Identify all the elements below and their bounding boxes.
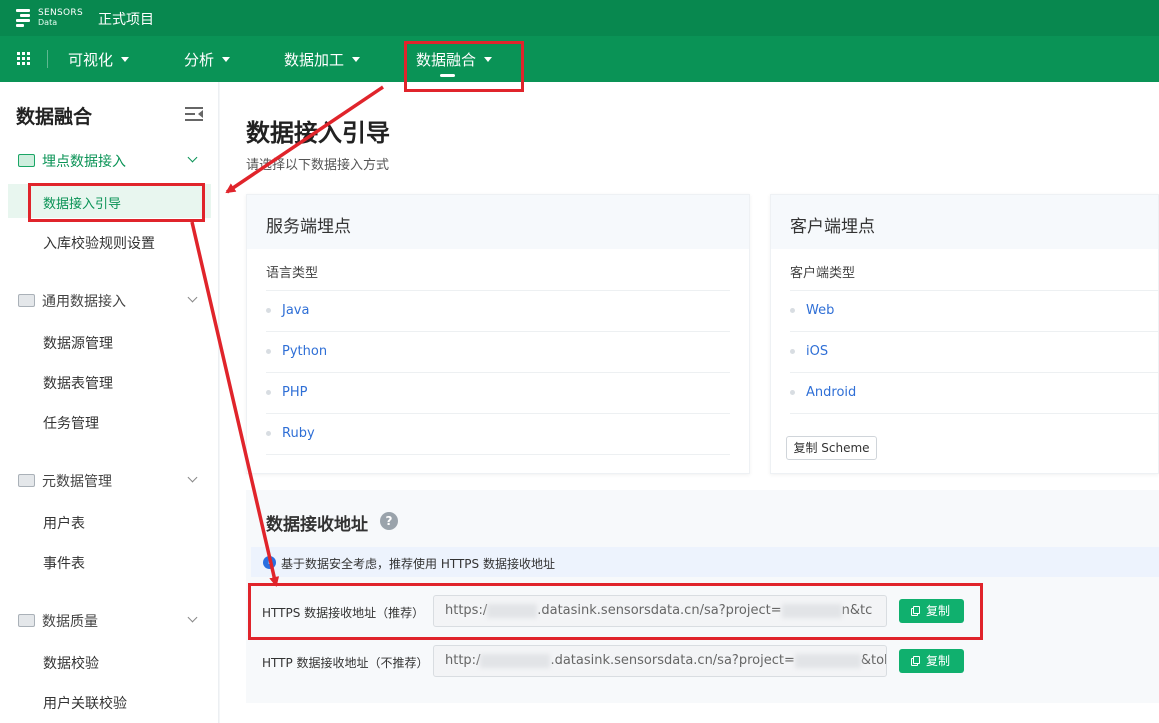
client-android[interactable]: Android [806, 385, 856, 400]
folder-icon [18, 474, 35, 487]
redacted-mask [480, 653, 551, 668]
nav-item-analysis[interactable]: 分析 [184, 49, 231, 70]
http-address-label: HTTP 数据接收地址（不推荐） [262, 656, 429, 670]
caret-down-icon [352, 57, 361, 62]
bullet-icon [266, 431, 271, 436]
folder-icon [18, 614, 35, 627]
copy-http-button[interactable]: 复制 [899, 649, 964, 673]
language-ruby[interactable]: Ruby [282, 426, 315, 441]
divider [790, 413, 1159, 414]
nav-item-data-processing[interactable]: 数据加工 [284, 49, 361, 70]
language-python[interactable]: Python [282, 344, 327, 359]
sidebar-item-datasource[interactable]: 数据源管理 [43, 333, 113, 353]
chevron-down-icon [187, 612, 198, 623]
nav-item-visualization[interactable]: 可视化 [68, 49, 130, 70]
sidebar-item-tasks[interactable]: 任务管理 [43, 413, 99, 433]
sidebar-item-user-link-validation[interactable]: 用户关联校验 [43, 693, 127, 713]
sidebar-group-general-ingest[interactable]: 通用数据接入 [0, 286, 219, 314]
project-name[interactable]: 正式项目 [98, 9, 154, 29]
chevron-down-icon [187, 152, 198, 163]
annotation-box-sidebar [28, 183, 205, 222]
divider [266, 290, 730, 291]
client-type-label: 客户端类型 [790, 266, 856, 281]
caret-down-icon [121, 57, 130, 62]
language-php[interactable]: PHP [282, 385, 307, 400]
collapse-sidebar-icon[interactable] [185, 106, 203, 122]
sidebar-title: 数据融合 [16, 106, 93, 128]
bullet-icon [790, 349, 795, 354]
copy-scheme-button[interactable]: 复制 Scheme [786, 436, 877, 460]
server-tracking-card: 服务端埋点 [246, 194, 750, 474]
bullet-icon [790, 390, 795, 395]
language-type-label: 语言类型 [266, 266, 319, 281]
sidebar-group-metadata[interactable]: 元数据管理 [0, 466, 219, 494]
sensors-logo[interactable]: SENSORS Data [16, 7, 88, 29]
divider [790, 372, 1159, 373]
caret-down-icon [222, 57, 231, 62]
client-web[interactable]: Web [806, 303, 834, 318]
divider [266, 413, 730, 414]
annotation-box-nav [404, 41, 524, 92]
client-tracking-card: 客户端埋点 [770, 194, 1159, 474]
sidebar-group-data-quality[interactable]: 数据质量 [0, 606, 219, 634]
main-nav: 可视化 分析 数据加工 数据融合 [0, 36, 1159, 82]
copy-icon [911, 656, 920, 666]
divider [266, 454, 730, 455]
logo-text: SENSORS [38, 8, 83, 18]
folder-icon [18, 154, 35, 167]
nav-divider [47, 50, 48, 68]
http-address-input[interactable]: http:/.datasink.sensorsdata.cn/sa?projec… [433, 645, 887, 677]
sidebar-item-datatable[interactable]: 数据表管理 [43, 373, 113, 393]
divider [790, 290, 1159, 291]
card-title: 服务端埋点 [266, 217, 351, 237]
bullet-icon [266, 390, 271, 395]
info-banner-text: 基于数据安全考虑，推荐使用 HTTPS 数据接收地址 [281, 557, 555, 571]
redacted-mask [794, 653, 861, 668]
client-ios[interactable]: iOS [806, 344, 828, 359]
receive-address-title: 数据接收地址 [266, 515, 368, 535]
top-header: SENSORS Data 正式项目 [0, 0, 1159, 36]
sidebar-item-validation-rules[interactable]: 入库校验规则设置 [43, 233, 155, 253]
logo-mark-icon [16, 8, 34, 27]
language-java[interactable]: Java [282, 303, 309, 318]
card-title: 客户端埋点 [790, 217, 875, 237]
bullet-icon [266, 308, 271, 313]
logo-subtext: Data [38, 18, 58, 27]
chevron-down-icon [187, 472, 198, 483]
sidebar-item-event-table[interactable]: 事件表 [43, 553, 85, 573]
page-subtitle: 请选择以下数据接入方式 [246, 158, 390, 173]
sidebar-item-data-validation[interactable]: 数据校验 [43, 653, 99, 673]
bullet-icon [790, 308, 795, 313]
page-title: 数据接入引导 [246, 119, 390, 147]
app-grid-icon[interactable] [17, 52, 31, 66]
annotation-box-https [248, 583, 983, 640]
folder-icon [18, 294, 35, 307]
sidebar-group-tracking-ingest[interactable]: 埋点数据接入 [0, 146, 219, 174]
info-icon: i [263, 556, 276, 569]
divider [266, 331, 730, 332]
bullet-icon [266, 349, 271, 354]
chevron-down-icon [187, 292, 198, 303]
divider [266, 372, 730, 373]
help-icon[interactable]: ? [380, 512, 398, 530]
divider [790, 331, 1159, 332]
sidebar-item-user-table[interactable]: 用户表 [43, 513, 85, 533]
